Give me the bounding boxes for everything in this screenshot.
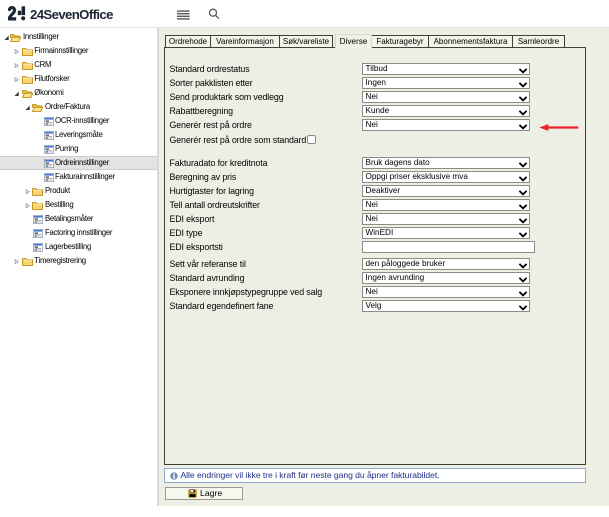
svg-text:2: 2 <box>8 6 16 23</box>
